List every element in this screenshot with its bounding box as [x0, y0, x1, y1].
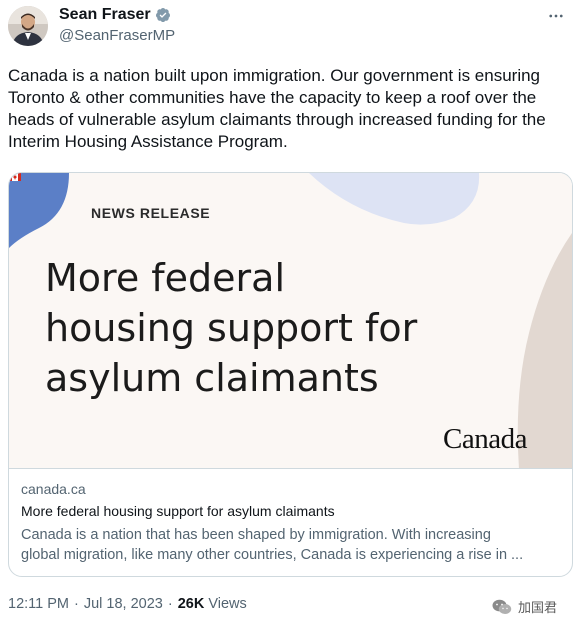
- canada-flag-icon: [9, 173, 21, 181]
- watermark: 加国君: [492, 597, 557, 616]
- card-description-line: global migration, like many other countr…: [21, 547, 524, 563]
- watermark-text: 加国君: [518, 600, 558, 615]
- views-label: Views: [208, 596, 247, 612]
- card-headline: More federal housing support for asylum …: [45, 253, 465, 403]
- avatar-image: [8, 6, 48, 46]
- more-dots-icon: [549, 14, 563, 18]
- tweet-meta: 12:11 PM · Jul 18, 2023 · 26K Views: [8, 596, 247, 612]
- author-name-row: Sean Fraser: [59, 6, 171, 24]
- card-title: More federal housing support for asylum …: [21, 503, 335, 519]
- more-options-button[interactable]: [546, 6, 566, 26]
- headline-line: More federal: [45, 256, 286, 300]
- author-display-name[interactable]: Sean Fraser: [59, 6, 151, 24]
- news-release-label: NEWS RELEASE: [91, 205, 211, 221]
- meta-separator: ·: [167, 596, 173, 612]
- tweet-time[interactable]: 12:11 PM: [8, 596, 69, 612]
- card-media: NEWS RELEASE More federal housing suppor…: [9, 173, 572, 469]
- link-card[interactable]: NEWS RELEASE More federal housing suppor…: [8, 172, 573, 577]
- wechat-icon: [492, 599, 512, 614]
- tweet-text: Canada is a nation built upon immigratio…: [8, 66, 546, 151]
- tweet-date[interactable]: Jul 18, 2023: [84, 596, 163, 612]
- card-description: Canada is a nation that has been shaped …: [21, 525, 561, 565]
- canada-wordmark: Canada: [443, 423, 527, 455]
- card-description-line: Canada is a nation that has been shaped …: [21, 527, 491, 543]
- meta-separator: ·: [74, 596, 79, 612]
- views-count[interactable]: 26K: [178, 596, 205, 612]
- author-handle[interactable]: @SeanFraserMP: [59, 27, 175, 44]
- verified-badge-icon: [155, 8, 170, 22]
- avatar[interactable]: [8, 6, 48, 46]
- card-domain: canada.ca: [21, 481, 86, 497]
- headline-line: housing support for: [45, 306, 418, 350]
- tweet: Sean Fraser @SeanFraserMP Canada is a na…: [0, 0, 582, 633]
- headline-line: asylum claimants: [45, 356, 379, 400]
